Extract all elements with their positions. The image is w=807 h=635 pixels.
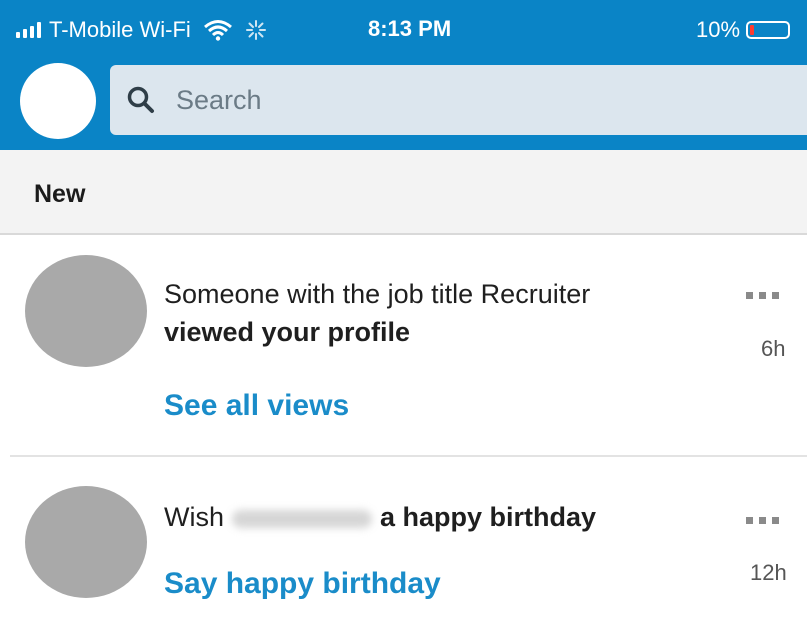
search-bar[interactable] — [110, 65, 807, 135]
status-time: 8:13 PM — [368, 16, 452, 41]
section-header: New — [0, 150, 807, 235]
app-header: T-Mobile Wi-Fi 8:13 PM 10% — [0, 0, 807, 150]
search-input[interactable] — [176, 83, 776, 117]
notification-avatar[interactable] — [25, 486, 147, 598]
see-all-views-link[interactable]: See all views — [164, 389, 349, 423]
notification-prefix: Wish — [164, 502, 224, 532]
battery-percentage: 10% — [696, 17, 741, 42]
notification-text: Someone with the job title Recruiter — [164, 279, 591, 309]
profile-avatar[interactable] — [20, 63, 96, 139]
activity-spinner-icon — [245, 20, 266, 40]
battery-status: 10% — [696, 17, 791, 43]
search-icon — [127, 86, 154, 113]
notification-avatar[interactable] — [25, 255, 147, 367]
say-happy-birthday-link[interactable]: Say happy birthday — [164, 567, 441, 601]
divider — [10, 455, 807, 457]
carrier-name: T-Mobile Wi-Fi — [49, 17, 191, 42]
status-bar: T-Mobile Wi-Fi 8:13 PM 10% — [0, 0, 807, 62]
battery-icon — [746, 21, 791, 39]
notification-age: 6h — [761, 336, 786, 361]
notification-text: Wish a happy birthday — [164, 502, 596, 533]
more-icon[interactable] — [746, 292, 779, 299]
blurred-name — [232, 509, 372, 528]
section-title: New — [34, 180, 86, 208]
battery-level — [750, 25, 755, 35]
notification-age: 12h — [750, 560, 787, 585]
status-left: T-Mobile Wi-Fi — [16, 17, 267, 43]
notification-text-bold: viewed your profile — [164, 317, 411, 347]
wifi-icon — [203, 20, 232, 41]
notification-text-bold: a happy birthday — [380, 502, 597, 532]
more-icon[interactable] — [746, 517, 779, 524]
signal-icon — [16, 22, 41, 38]
